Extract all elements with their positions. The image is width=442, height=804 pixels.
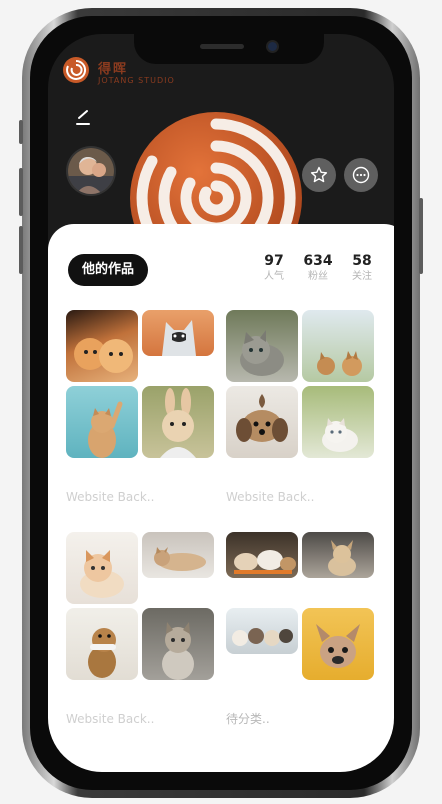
photo-yorkie-lying [226, 386, 298, 458]
tab-his-works[interactable]: 他的作品 [68, 254, 148, 286]
album-title: 待分类.. [226, 712, 270, 726]
more-icon [352, 166, 370, 184]
stat-label: 人气 [264, 271, 284, 282]
photo-guinea-pigs [226, 532, 298, 578]
album-card[interactable] [226, 310, 374, 458]
album-title: Website Back.. [66, 712, 155, 726]
photo-chihuahua-on-bed [302, 532, 374, 578]
avatar[interactable] [68, 148, 114, 194]
favorite-button[interactable] [302, 158, 336, 192]
album-card[interactable] [66, 532, 214, 680]
mute-switch [19, 120, 23, 144]
stat-popularity: 97 人气 [254, 252, 294, 284]
phone-frame: 得晖 JOTANG STUDIO 他的作品 97 人气 634 粉丝 58 关注… [19, 8, 423, 798]
back-icon[interactable] [74, 108, 92, 128]
volume-up-button [19, 168, 23, 216]
power-button [419, 198, 423, 274]
album-title: Website Back.. [226, 490, 315, 504]
album-card[interactable] [226, 532, 374, 680]
photo-puppies-row [226, 608, 298, 654]
photo-french-bulldog [302, 608, 374, 680]
photo-husky-in-autumn [142, 310, 214, 356]
stat-value: 634 [303, 253, 333, 269]
profile-card: 他的作品 97 人气 634 粉丝 58 关注 Website Back.. W… [48, 224, 394, 772]
photo-cat-lying-on-rug [142, 532, 214, 578]
photo-pomeranian-puppies [66, 310, 138, 382]
speaker [200, 44, 244, 49]
photo-dogs-in-grass [302, 310, 374, 382]
album-card[interactable] [66, 310, 214, 458]
notch [134, 34, 324, 64]
stat-value: 97 [264, 253, 284, 269]
studio-name-cn: 得晖 [98, 62, 129, 77]
album-title: Website Back.. [66, 490, 155, 504]
photo-cat-in-cage [142, 608, 214, 680]
star-icon [310, 166, 328, 183]
stat-value: 58 [352, 253, 372, 269]
screen: 得晖 JOTANG STUDIO 他的作品 97 人气 634 粉丝 58 关注… [48, 34, 394, 772]
logo-icon [63, 57, 89, 83]
front-camera [268, 42, 277, 51]
studio-name-en: JOTANG STUDIO [98, 76, 175, 85]
stat-label: 粉丝 [308, 271, 328, 282]
photo-tabby-cat [226, 310, 298, 382]
stat-label: 关注 [352, 271, 372, 282]
volume-down-button [19, 226, 23, 274]
photo-dog-with-bone [66, 608, 138, 680]
more-button[interactable] [344, 158, 378, 192]
bezel: 得晖 JOTANG STUDIO 他的作品 97 人气 634 粉丝 58 关注… [30, 16, 412, 790]
photo-white-kitten [302, 386, 374, 458]
photo-orange-kitten [66, 532, 138, 604]
photo-rabbit-in-hoodie [142, 386, 214, 458]
stat-fans[interactable]: 634 粉丝 [298, 252, 338, 284]
photo-kitten-reaching [66, 386, 138, 458]
stat-following[interactable]: 58 关注 [342, 252, 382, 284]
